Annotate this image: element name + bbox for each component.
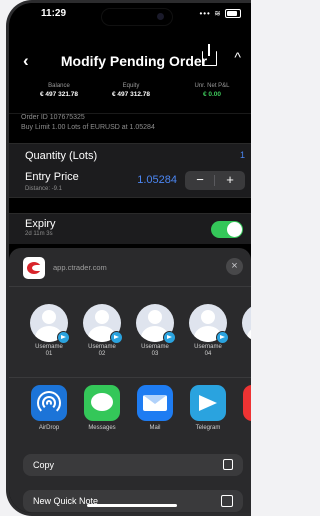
entry-price-label: Entry Price — [25, 171, 79, 183]
copy-icon — [223, 459, 233, 470]
order-info: Order ID 107675325 Buy Limit 1.00 Lots o… — [21, 113, 155, 133]
quantity-value[interactable]: 1 — [240, 150, 245, 160]
price-stepper: − + — [185, 171, 245, 190]
telegram-icon — [190, 385, 226, 421]
expiry-toggle[interactable] — [211, 221, 243, 238]
quantity-label: Quantity (Lots) — [25, 150, 98, 162]
chevron-up-icon[interactable]: ^ — [234, 49, 241, 65]
copy-button[interactable]: Copy — [23, 454, 243, 476]
camera-icon — [157, 13, 164, 20]
quantity-row[interactable]: Quantity (Lots) 1 — [9, 143, 251, 167]
messages-icon — [84, 385, 120, 421]
app-more[interactable] — [239, 385, 251, 425]
battery-icon — [225, 9, 241, 19]
entry-price-distance: Distance: -9.1 — [25, 186, 63, 192]
entry-price-row: Entry Price Distance: -9.1 1.05284 − + — [9, 165, 251, 198]
contact-name: Username 04 — [194, 344, 222, 357]
status-time: 11:29 — [41, 8, 67, 19]
new-quick-note-button[interactable]: New Quick Note — [23, 490, 243, 512]
app-label: Mail — [149, 425, 161, 431]
contact-item[interactable]: Username 03 — [133, 304, 177, 358]
expiry-row: Expiry 2d 11m 3s — [9, 213, 251, 244]
quick-note-icon — [221, 495, 233, 507]
share-url: app.ctrader.com — [53, 263, 107, 272]
pnl-column: Unr. Net P&L € 0.00 — [177, 83, 247, 98]
divider — [9, 377, 251, 378]
contact-name: Username 02 — [88, 344, 116, 357]
contacts-row: Username 01 Username 02 Username 03 User… — [27, 304, 251, 364]
entry-price-input[interactable]: 1.05284 — [137, 174, 177, 186]
close-icon[interactable]: × — [226, 258, 243, 275]
home-indicator — [87, 504, 177, 507]
equity-label: Equity — [122, 83, 140, 89]
order-id: Order ID 107675325 — [21, 114, 85, 121]
contact-name: U — [239, 344, 251, 351]
contact-item[interactable]: Username 01 — [27, 304, 71, 358]
app-label: Messages — [88, 425, 116, 431]
app-label: AirDrop — [38, 425, 60, 431]
share-icon[interactable] — [202, 44, 217, 66]
contact-item[interactable]: U — [239, 304, 251, 351]
order-description: Buy Limit 1.00 Lots of EURUSD at 1.05284 — [21, 124, 155, 131]
contact-item[interactable]: Username 02 — [80, 304, 124, 358]
toggle-knob — [227, 222, 242, 237]
balance-column: Balance € 497 321.78 — [29, 83, 89, 98]
equity-column: Equity € 497 312.78 — [101, 83, 161, 98]
expiry-remaining: 2d 11m 3s — [25, 231, 53, 237]
phone-frame: 11:29 ••• ≋ ‹ Modify Pending Order ^ Bal… — [6, 0, 251, 516]
balance-label: Balance — [48, 83, 70, 89]
expiry-label: Expiry — [25, 218, 56, 230]
telegram-badge-icon — [216, 331, 229, 344]
app-label: Telegram — [195, 425, 221, 431]
divider — [9, 286, 251, 287]
share-sheet: app.ctrader.com × Username 01 Username 0… — [9, 248, 251, 513]
screen: 11:29 ••• ≋ ‹ Modify Pending Order ^ Bal… — [9, 3, 251, 513]
pnl-label: Unr. Net P&L — [194, 83, 230, 89]
increase-price-button[interactable]: + — [215, 171, 245, 190]
equity-value: € 497 312.78 — [112, 91, 150, 98]
avatar — [242, 304, 251, 342]
apps-row: AirDrop Messages Mail Telegram — [27, 385, 251, 435]
app-mail[interactable]: Mail — [133, 385, 177, 431]
contact-name: Username 03 — [141, 344, 169, 357]
airdrop-icon — [31, 385, 67, 421]
status-bar: 11:29 ••• ≋ — [9, 7, 251, 26]
pnl-value: € 0.00 — [202, 91, 222, 98]
dynamic-island — [101, 8, 173, 26]
signal-wifi-icon: ••• ≋ — [199, 9, 222, 18]
copy-label: Copy — [33, 460, 55, 470]
status-icons: ••• ≋ — [199, 9, 241, 19]
app-airdrop[interactable]: AirDrop — [27, 385, 71, 431]
telegram-badge-icon — [110, 331, 123, 344]
telegram-badge-icon — [57, 331, 70, 344]
contact-item[interactable]: Username 04 — [186, 304, 230, 358]
app-telegram[interactable]: Telegram — [186, 385, 230, 431]
share-header: app.ctrader.com × — [23, 254, 243, 282]
account-balances: Balance € 497 321.78 Equity € 497 312.78… — [9, 83, 251, 114]
mail-icon — [137, 385, 173, 421]
balance-value: € 497 321.78 — [40, 91, 78, 98]
more-app-icon — [243, 385, 251, 421]
nav-bar: ‹ Modify Pending Order ^ — [9, 44, 251, 75]
telegram-badge-icon — [163, 331, 176, 344]
ctrader-logo-icon — [23, 257, 45, 279]
decrease-price-button[interactable]: − — [185, 171, 215, 190]
app-messages[interactable]: Messages — [80, 385, 124, 431]
contact-name: Username 01 — [35, 344, 63, 357]
